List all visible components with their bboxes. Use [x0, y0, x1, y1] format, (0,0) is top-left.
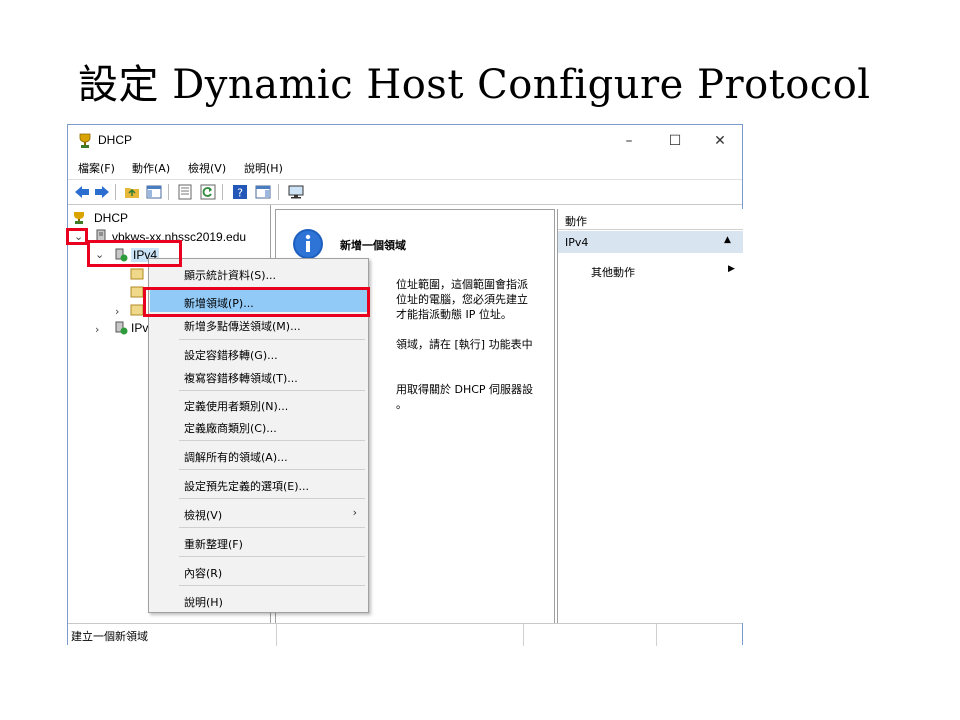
menu-item-label: 調解所有的領域(A)...: [184, 451, 288, 464]
refresh-icon[interactable]: [200, 184, 216, 200]
menu-item-label: 定義使用者類別(N)...: [184, 400, 289, 413]
info-line: 才能指派動態 IP 位址。: [396, 308, 512, 321]
highlight-ipv4-box: [87, 240, 182, 267]
status-divider: [523, 624, 524, 646]
toolbar-separator: [115, 184, 116, 200]
menu-item-define-vendor-classes[interactable]: 定義廠商類別(C)...: [150, 415, 367, 437]
menu-item-reconcile-all-scopes[interactable]: 調解所有的領域(A)...: [150, 444, 367, 466]
actions-pane: 動作 IPv4 ▲ 其他動作 ▶: [557, 209, 743, 623]
menu-separator: [179, 527, 365, 528]
up-folder-icon[interactable]: [124, 184, 140, 200]
menu-view[interactable]: 檢視(V): [188, 160, 226, 176]
actions-header-label: 動作: [565, 215, 587, 228]
menu-item-label: 設定預先定義的選項(E)...: [184, 480, 310, 493]
slide-title: 設定 Dynamic Host Configure Protocol: [78, 62, 871, 108]
collapsed-chevron-icon[interactable]: ›: [95, 323, 99, 336]
actions-section-ipv4[interactable]: IPv4 ▲: [558, 231, 743, 253]
actions-section-label: IPv4: [565, 236, 589, 249]
menu-separator: [179, 390, 365, 391]
menu-help[interactable]: 說明(H): [244, 160, 283, 176]
menu-separator: [179, 469, 365, 470]
info-line: 位址的電腦，您必須先建立: [396, 293, 528, 306]
menu-item-label: 定義廠商類別(C)...: [184, 422, 277, 435]
info-line: 。: [396, 398, 407, 411]
window-title: DHCP: [98, 133, 133, 147]
menu-bar: 檔案(F) 動作(A) 檢視(V) 說明(H): [68, 157, 742, 177]
status-divider: [656, 624, 657, 646]
menu-separator: [179, 585, 365, 586]
toolbar: ?: [68, 179, 742, 205]
menu-action[interactable]: 動作(A): [132, 160, 170, 176]
status-bar: 建立一個新領域: [68, 623, 742, 646]
menu-item-view[interactable]: 檢視(V) ›: [150, 502, 367, 524]
status-text: 建立一個新領域: [71, 630, 148, 643]
menu-item-help[interactable]: 說明(H): [150, 589, 367, 611]
forward-arrow-icon[interactable]: [94, 184, 110, 200]
folder-icon: [130, 286, 144, 298]
filter-icon: [130, 304, 144, 316]
maximize-button[interactable]: ☐: [655, 129, 695, 153]
toolbar-separator: [222, 184, 223, 200]
menu-item-refresh[interactable]: 重新整理(F): [150, 531, 367, 553]
menu-item-replicate-failover[interactable]: 複寫容錯移轉領域(T)...: [150, 365, 367, 387]
menu-separator: [179, 440, 365, 441]
info-icon: [293, 229, 323, 259]
minimize-button[interactable]: –: [609, 129, 649, 153]
menu-item-define-user-classes[interactable]: 定義使用者類別(N)...: [150, 393, 367, 415]
menu-item-label: 新增多點傳送領域(M)...: [184, 320, 301, 333]
actions-header: 動作: [558, 209, 743, 230]
toolbar-separator: [168, 184, 169, 200]
menu-separator: [179, 556, 365, 557]
status-divider: [276, 624, 277, 646]
title-bar[interactable]: DHCP – ☐ ✕: [68, 125, 742, 157]
properties-icon[interactable]: [177, 184, 193, 200]
info-line: 用取得關於 DHCP 伺服器設: [396, 383, 534, 396]
show-hide-tree-icon[interactable]: [146, 184, 162, 200]
menu-item-properties[interactable]: 內容(R): [150, 560, 367, 582]
tree-ipv6[interactable]: IPv: [131, 321, 148, 335]
menu-item-label: 內容(R): [184, 567, 223, 580]
help-icon[interactable]: ?: [232, 184, 248, 200]
highlight-new-scope-box: [143, 287, 370, 317]
menu-item-show-statistics[interactable]: 顯示統計資料(S)...: [150, 262, 367, 284]
menu-item-label: 說明(H): [184, 596, 223, 609]
menu-item-label: 設定容錯移轉(G)...: [184, 349, 278, 362]
dhcp-trophy-icon: [79, 133, 91, 148]
collapse-triangle-icon[interactable]: ▲: [724, 235, 731, 245]
server-monitor-icon[interactable]: [288, 184, 304, 200]
back-arrow-icon[interactable]: [74, 184, 90, 200]
folder-icon: [130, 268, 144, 280]
menu-item-set-predefined-options[interactable]: 設定預先定義的選項(E)...: [150, 473, 367, 495]
toolbar-separator: [278, 184, 279, 200]
menu-item-configure-failover[interactable]: 設定容錯移轉(G)...: [150, 342, 367, 364]
menu-item-label: 顯示統計資料(S)...: [184, 269, 277, 282]
tree-root-dhcp[interactable]: DHCP: [94, 211, 128, 225]
actions-more[interactable]: 其他動作: [591, 264, 635, 280]
menu-separator: [179, 339, 365, 340]
info-heading: 新增一個領域: [340, 239, 406, 252]
submenu-arrow-icon: ›: [352, 506, 357, 519]
menu-separator: [179, 498, 365, 499]
collapsed-chevron-icon[interactable]: ›: [115, 305, 119, 318]
info-line: 領域，請在 [執行] 功能表中: [396, 338, 533, 351]
ipv6-node-icon: [115, 321, 128, 335]
action-pane-icon[interactable]: [255, 184, 271, 200]
menu-item-label: 複寫容錯移轉領域(T)...: [184, 372, 298, 385]
menu-file[interactable]: 檔案(F): [78, 160, 115, 176]
submenu-triangle-icon: ▶: [728, 264, 735, 274]
close-button[interactable]: ✕: [700, 129, 740, 153]
dhcp-trophy-icon: [74, 212, 84, 224]
menu-item-label: 重新整理(F): [184, 538, 243, 551]
info-line: 位址範圍，這個範圍會指派: [396, 278, 528, 291]
highlight-expand-box: [66, 228, 88, 245]
svg-text:?: ?: [237, 187, 243, 200]
menu-item-label: 檢視(V): [184, 509, 223, 522]
